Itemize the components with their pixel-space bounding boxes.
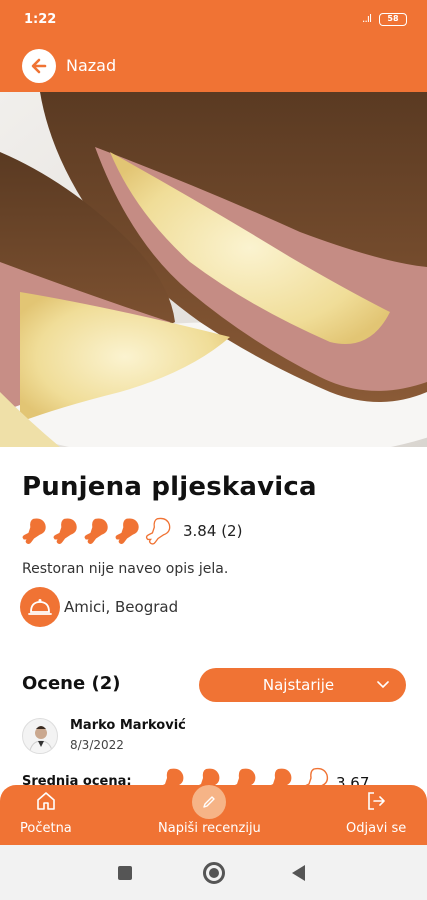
dish-description: Restoran nije naveo opis jela. xyxy=(22,561,229,577)
rating-count: (2) xyxy=(221,522,243,540)
reviews-title: Ocene (2) xyxy=(22,673,121,694)
back-label[interactable]: Nazad xyxy=(66,56,116,75)
nav-logout-label: Odjavi se xyxy=(346,821,407,836)
rating-drumsticks xyxy=(20,514,175,548)
app-bar: Nazad xyxy=(0,40,427,92)
review-date: 8/3/2022 xyxy=(70,738,124,752)
dish-rating: 3.84 (2) xyxy=(20,513,242,549)
signal-icon: ..ıl xyxy=(361,12,372,25)
system-back-button[interactable] xyxy=(292,865,305,881)
cloche-icon xyxy=(20,587,60,627)
bottom-nav: Početna Napiši recenziju Odjavi se xyxy=(0,785,427,845)
home-icon xyxy=(35,785,57,817)
home-button[interactable] xyxy=(203,862,225,884)
logout-icon xyxy=(365,785,387,817)
dish-photo xyxy=(0,92,427,447)
dish-title: Punjena pljeskavica xyxy=(22,472,317,502)
system-nav-bar xyxy=(0,845,427,900)
recents-button[interactable] xyxy=(118,866,132,880)
nav-logout[interactable]: Odjavi se xyxy=(346,785,406,845)
status-bar: 1:22 ..ıl 58 xyxy=(0,0,427,40)
nav-home-label: Početna xyxy=(20,821,72,836)
sort-label: Najstarije xyxy=(262,676,335,694)
restaurant-name: Amici, Beograd xyxy=(64,598,179,616)
reviewer-name: Marko Marković xyxy=(70,718,186,733)
drumstick-icon xyxy=(145,517,171,545)
back-button[interactable] xyxy=(22,49,56,83)
sort-dropdown[interactable]: Najstarije xyxy=(199,668,406,702)
rating-score: 3.84 xyxy=(183,522,217,540)
restaurant-link[interactable]: Amici, Beograd xyxy=(20,587,178,627)
write-icon-wrap xyxy=(192,785,227,819)
chevron-down-icon xyxy=(377,681,389,689)
drumstick-icon xyxy=(22,518,46,544)
battery-icon: 58 xyxy=(379,13,407,26)
nav-write-review[interactable]: Napiši recenziju xyxy=(158,785,261,845)
drumstick-icon xyxy=(53,518,77,544)
arrow-left-icon xyxy=(31,58,47,74)
nav-write-label: Napiši recenziju xyxy=(158,821,261,836)
drumstick-icon xyxy=(84,518,108,544)
pencil-icon xyxy=(192,785,227,819)
drumstick-icon xyxy=(115,518,139,544)
rating-value: 3.84 (2) xyxy=(183,522,242,540)
nav-home[interactable]: Početna xyxy=(20,785,72,845)
avatar xyxy=(22,718,58,754)
status-time: 1:22 xyxy=(24,12,57,27)
